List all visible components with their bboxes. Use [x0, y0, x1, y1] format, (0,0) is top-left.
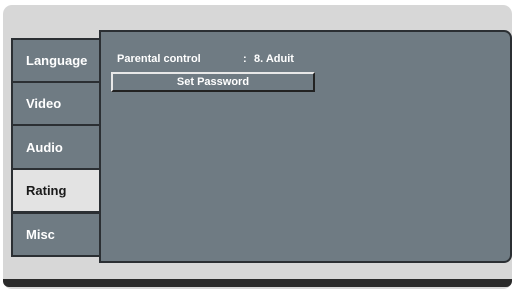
tab-video[interactable]: Video [11, 81, 101, 126]
parental-control-label: Parental control [117, 53, 201, 65]
set-password-button[interactable]: Set Password [111, 72, 315, 92]
set-password-label: Set Password [176, 76, 250, 88]
parental-control-separator: : [243, 53, 247, 65]
tab-language-label: Language [26, 53, 88, 68]
parental-control-value[interactable]: 8. Aduit [254, 53, 294, 65]
screen-bottom-edge [3, 279, 512, 287]
tab-audio[interactable]: Audio [11, 124, 101, 170]
tab-misc-label: Misc [26, 227, 55, 242]
tab-rating-label: Rating [26, 183, 67, 198]
tab-language[interactable]: Language [11, 38, 101, 83]
tab-misc[interactable]: Misc [11, 212, 101, 257]
tab-video-label: Video [26, 96, 62, 111]
tab-rating[interactable]: Rating [11, 168, 101, 213]
tab-audio-label: Audio [26, 139, 63, 155]
